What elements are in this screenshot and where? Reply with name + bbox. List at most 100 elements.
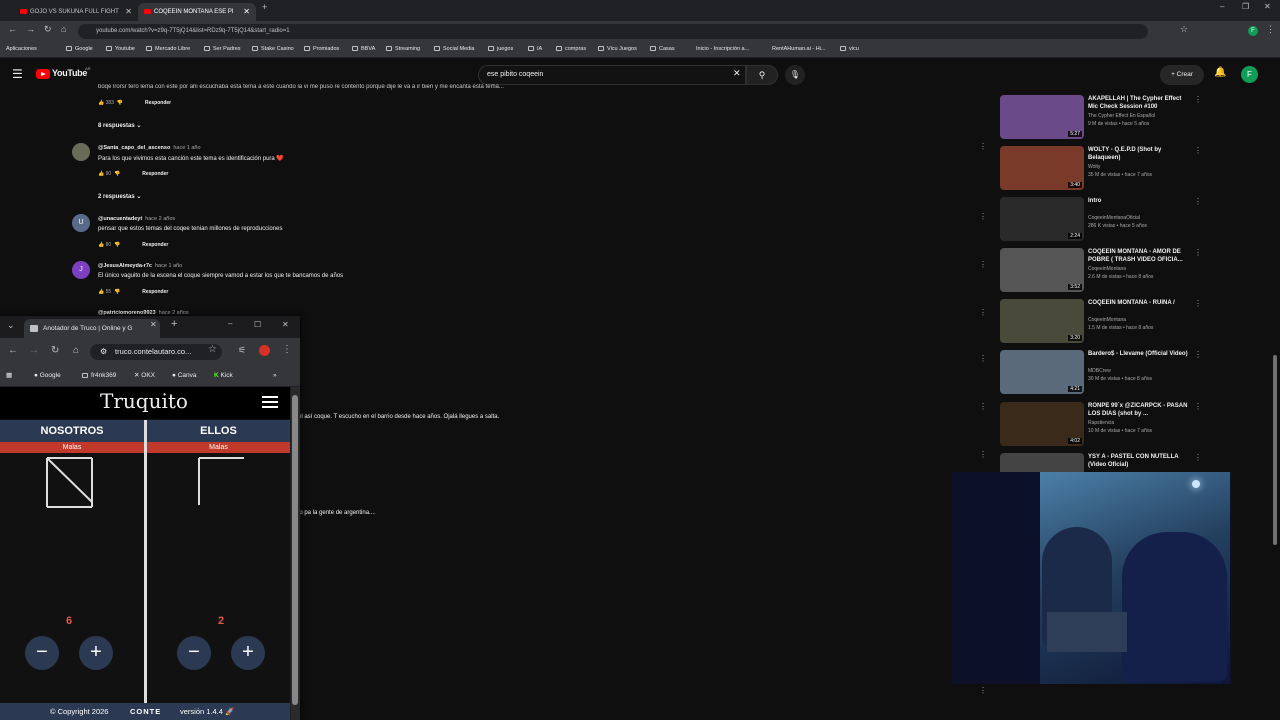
hamburger-menu-icon[interactable]: ☰ [12,67,23,81]
tab-coqeein[interactable]: COQEEIN MONTANA ESE PI ✕ [138,3,256,21]
reply-button[interactable]: Responder [142,242,168,248]
extensions-icon[interactable]: ⚟ [238,345,246,356]
add-point-nosotros-button[interactable]: + [79,636,113,670]
page-scrollbar-thumb[interactable] [1273,355,1277,545]
profile-icon[interactable] [259,345,270,356]
bookmark-item[interactable]: ● Google [34,366,61,386]
notifications-bell-icon[interactable]: 🔔 [1214,67,1226,78]
bookmark-item[interactable]: Google [66,41,93,58]
menu-dots-icon[interactable]: ⋮ [282,344,292,355]
home-icon[interactable]: ⌂ [61,24,66,34]
reply-button[interactable]: Responder [142,289,168,295]
bookmark-folder[interactable]: Casas [650,41,675,58]
scrollbar[interactable] [291,387,300,720]
page-scrollbar[interactable] [1272,90,1278,550]
channel-name[interactable]: Rapstiencia [1088,420,1114,426]
back-icon[interactable]: ← [8,24,17,34]
video-title[interactable]: AKAPELLAH | The Cypher Effect Mic Check … [1088,95,1192,111]
channel-name[interactable]: The Cypher Effect En Español [1088,113,1155,119]
more-icon[interactable]: ⋮ [979,260,987,269]
hamburger-menu-icon[interactable] [262,396,278,408]
add-point-ellos-button[interactable]: + [231,636,265,670]
video-thumbnail[interactable]: 3:52 [1000,248,1084,292]
maximize-icon[interactable]: ❐ [1242,2,1249,11]
avatar[interactable]: U [72,214,90,232]
bookmark-item[interactable]: Stake Casino [252,41,294,58]
channel-name[interactable]: CoqeeinMontanaOficial [1088,215,1140,221]
bookmark-item[interactable]: Ser Padres [204,41,241,58]
bookmark-item[interactable]: BBVA [352,41,375,58]
url-field[interactable]: youtube.com/watch?v=z9q-7T5jQ14&list=RDz… [78,24,1148,39]
more-icon[interactable]: ⋮ [979,354,987,363]
subtract-point-nosotros-button[interactable]: − [25,636,59,670]
search-button[interactable]: ⚲ [746,65,778,85]
video-title[interactable]: RONPE 99´x @ZICARPCK - PASAN LOS DIAS (s… [1088,402,1192,418]
home-icon[interactable]: ⌂ [73,345,79,356]
reply-button[interactable]: Responder [142,171,168,177]
forward-icon[interactable]: → [26,24,35,34]
bookmark-item[interactable]: Inicio - Inscripción a... [696,41,749,58]
tab-search-icon[interactable]: ⌄ [7,320,15,331]
scrollbar-thumb[interactable] [292,395,298,705]
bookmark-folder[interactable]: Streaming [386,41,420,58]
window-close-icon[interactable]: ✕ [282,320,289,329]
avatar[interactable] [72,143,90,161]
search-input[interactable]: ese pibito coqeein [478,65,746,85]
video-title[interactable]: Bardero$ - Llevame (Official Video) [1088,350,1192,358]
recommended-video[interactable]: 4:02 RONPE 99´x @ZICARPCK - PASAN LOS DIA… [1000,402,1202,447]
more-icon[interactable]: ⋮ [1194,402,1202,411]
video-thumbnail[interactable]: 3:40 [1000,146,1084,190]
url-field[interactable]: ⚙ truco.contelautaro.co... [90,344,222,360]
new-tab-icon[interactable]: + [171,318,177,330]
comment-author[interactable]: @unacuentadeyt hace 2 años [98,216,175,222]
account-avatar[interactable]: F [1241,66,1258,83]
profile-icon[interactable]: F [1248,26,1258,36]
bookmark-folder[interactable]: Vicu Juegos [598,41,637,58]
comment-author[interactable]: @JesusAlmeyda-r7c hace 1 año [98,263,182,269]
youtube-logo-icon[interactable] [36,69,50,79]
more-icon[interactable]: ⋮ [1194,453,1202,462]
recommended-video[interactable]: 3:40 WOLTY - Q.E.P.D (Shot by Belaqueen) W… [1000,146,1202,191]
apps-grid-icon[interactable]: ▦ [6,366,12,386]
video-thumbnail[interactable]: 2:24 [1000,197,1084,241]
video-title[interactable]: Intro [1088,197,1192,205]
more-icon[interactable]: ⋮ [979,308,987,317]
more-icon[interactable]: ⋮ [979,142,987,151]
bookmark-item[interactable]: Promiados [304,41,339,58]
channel-name[interactable]: Wolty [1088,164,1100,170]
minimize-icon[interactable]: – [1220,2,1224,11]
window-close-icon[interactable]: ✕ [1264,2,1271,11]
more-icon[interactable]: ⋮ [979,686,987,695]
bookmark-star-icon[interactable]: ☆ [1180,24,1188,35]
bookmark-item[interactable]: K Kick [214,366,233,386]
more-bookmarks-icon[interactable]: » [273,366,277,386]
reply-button[interactable]: Responder [145,100,171,106]
video-thumbnail[interactable]: 4:02 [1000,402,1084,446]
channel-name[interactable]: CoqeeinMontana [1088,317,1126,323]
bookmark-folder[interactable]: vicu [840,41,859,58]
video-thumbnail[interactable]: 3:20 [1000,299,1084,343]
reload-icon[interactable]: ↻ [44,24,52,35]
more-icon[interactable]: ⋮ [1194,350,1202,359]
more-icon[interactable]: ⋮ [1194,299,1202,308]
comment-author[interactable]: @Santa_capo_del_ascenso hace 1 año [98,145,201,151]
clear-search-icon[interactable]: ✕ [733,68,741,79]
more-icon[interactable]: ⋮ [979,212,987,221]
bookmark-item[interactable]: Aplicaciones [6,41,37,58]
voice-search-button[interactable]: 🎙 [785,65,805,85]
channel-name[interactable]: CoqeeinMontana [1088,266,1126,272]
video-thumbnail[interactable]: 4:21 [1000,350,1084,394]
reload-icon[interactable]: ↻ [51,345,59,356]
more-icon[interactable]: ⋮ [1194,95,1202,104]
bookmark-folder[interactable]: Social Media [434,41,475,58]
replies-toggle[interactable]: 2 respuestas ⌄ [98,193,141,200]
tab-anotador-truco[interactable]: Anotador de Truco | Online y G [24,319,160,338]
replies-toggle[interactable]: 8 respuestas ⌄ [98,122,141,129]
avatar[interactable]: J [72,261,90,279]
bookmark-folder[interactable]: IA [528,41,542,58]
back-icon[interactable]: ← [8,345,18,356]
create-button[interactable]: + Crear [1160,65,1204,85]
bookmark-item[interactable]: Youtube [106,41,135,58]
recommended-video[interactable]: 4:21 Bardero$ - Llevame (Official Video) M… [1000,350,1202,395]
recommended-video[interactable]: 2:24 Intro CoqeeinMontanaOficial 286 K vist… [1000,197,1202,242]
